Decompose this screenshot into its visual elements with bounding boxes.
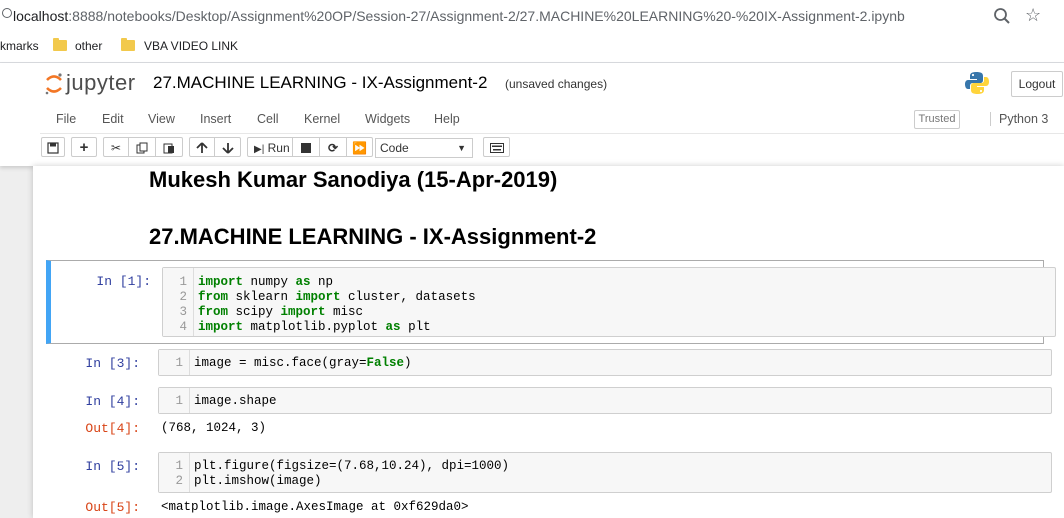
cell-output: (768, 1024, 3) bbox=[161, 421, 267, 435]
url-text[interactable]: localhost:8888/notebooks/Desktop/Assignm… bbox=[13, 8, 905, 24]
restart-button[interactable]: ⟳ bbox=[320, 137, 347, 157]
url-path: :8888/notebooks/Desktop/Assignment%20OP/… bbox=[68, 8, 905, 24]
folder-icon bbox=[121, 38, 135, 51]
menu-cell[interactable]: Cell bbox=[257, 112, 279, 126]
stop-icon bbox=[301, 143, 311, 153]
address-bar[interactable]: localhost:8888/notebooks/Desktop/Assignm… bbox=[0, 0, 1064, 33]
code-line: 1 image.shape bbox=[175, 394, 277, 408]
notebook-title[interactable]: 27.MACHINE LEARNING - IX-Assignment-2 bbox=[153, 73, 487, 93]
info-icon[interactable] bbox=[2, 7, 12, 19]
bookmark-other[interactable]: other bbox=[75, 39, 102, 53]
plus-icon: + bbox=[79, 139, 89, 156]
menu-kernel[interactable]: Kernel bbox=[304, 112, 340, 126]
cell-output: <matplotlib.image.AxesImage at 0xf629da0… bbox=[161, 500, 469, 514]
code-editor[interactable]: 1 image = misc.face(gray=False) bbox=[158, 349, 1052, 376]
menu-help[interactable]: Help bbox=[434, 112, 460, 126]
code-line: 3 from scipy import misc bbox=[179, 305, 364, 319]
code-editor[interactable]: 1 image.shape bbox=[158, 387, 1052, 414]
code-cell-2[interactable]: In [3]: 1 image = misc.face(gray=False) bbox=[46, 349, 1052, 379]
code-line: 1 image = misc.face(gray=False) bbox=[175, 356, 412, 370]
interrupt-button[interactable] bbox=[293, 137, 320, 157]
paste-button[interactable] bbox=[156, 137, 183, 157]
menu-view[interactable]: View bbox=[148, 112, 175, 126]
kernel-name: Python 3 bbox=[990, 112, 1048, 126]
menu-bar: File Edit View Insert Cell Kernel Widget… bbox=[40, 105, 1064, 134]
scissors-icon: ✂ bbox=[110, 141, 122, 155]
code-line: 2 plt.imshow(image) bbox=[175, 474, 322, 488]
save-status: (unsaved changes) bbox=[505, 77, 608, 91]
code-line: 4 import matplotlib.pyplot as plt bbox=[179, 320, 431, 334]
keyboard-icon bbox=[489, 143, 504, 153]
arrow-down-icon bbox=[221, 143, 234, 154]
cell-type-value: Code bbox=[380, 141, 409, 155]
zoom-icon[interactable] bbox=[993, 7, 1011, 25]
cell-type-select[interactable]: Code ▼ bbox=[375, 138, 473, 158]
run-button[interactable]: ▶| Run bbox=[247, 137, 293, 157]
input-prompt: In [5]: bbox=[85, 459, 140, 474]
python-logo-icon bbox=[965, 72, 989, 94]
copy-button[interactable] bbox=[129, 137, 156, 157]
url-host: localhost bbox=[13, 8, 69, 24]
heading-title: 27.MACHINE LEARNING - IX-Assignment-2 bbox=[149, 224, 597, 249]
output-prompt: Out[4]: bbox=[85, 421, 140, 436]
jupyter-logo-text: jupyter bbox=[66, 70, 136, 95]
code-editor[interactable]: 1 plt.figure(figsize=(7.68,10.24), dpi=10… bbox=[158, 452, 1052, 493]
jupyter-logo-icon bbox=[45, 73, 62, 95]
menu-widgets[interactable]: Widgets bbox=[365, 112, 410, 126]
run-icon: ▶| bbox=[254, 144, 265, 155]
move-up-button[interactable] bbox=[189, 137, 215, 157]
input-prompt: In [4]: bbox=[85, 394, 140, 409]
code-cell-1[interactable]: In [1]: 1 import numpy as np 2 from sklear… bbox=[46, 260, 1056, 344]
bookmark-vba-video-link[interactable]: VBA VIDEO LINK bbox=[144, 39, 238, 53]
restart-run-all-button[interactable]: ⏩ bbox=[347, 137, 373, 157]
dropdown-arrow-icon: ▼ bbox=[457, 143, 466, 153]
input-prompt: In [3]: bbox=[85, 356, 140, 371]
bookmark-bookmarks[interactable]: kmarks bbox=[0, 39, 39, 53]
code-line: 2 from sklearn import cluster, datasets bbox=[179, 290, 476, 304]
jupyter-header: jupyter 27.MACHINE LEARNING - IX-Assignm… bbox=[0, 63, 1064, 166]
trusted-badge[interactable]: Trusted bbox=[914, 110, 960, 129]
notebook-container: Mukesh Kumar Sanodiya (15-Apr-2019) 27.M… bbox=[33, 166, 1064, 518]
run-label: Run bbox=[267, 141, 290, 155]
menu-edit[interactable]: Edit bbox=[102, 112, 124, 126]
save-icon bbox=[47, 142, 59, 154]
insert-cell-button[interactable]: + bbox=[71, 137, 97, 157]
code-cell-4[interactable]: In [5]: 1 plt.figure(figsize=(7.68,10.24)… bbox=[46, 452, 1052, 518]
move-down-button[interactable] bbox=[215, 137, 241, 157]
folder-icon bbox=[53, 38, 67, 51]
code-editor[interactable]: 1 import numpy as np 2 from sklearn import… bbox=[162, 267, 1056, 337]
command-palette-button[interactable] bbox=[483, 137, 510, 157]
heading-author: Mukesh Kumar Sanodiya (15-Apr-2019) bbox=[149, 167, 558, 192]
code-line: 1 plt.figure(figsize=(7.68,10.24), dpi=10… bbox=[175, 459, 510, 473]
save-button[interactable] bbox=[41, 137, 65, 157]
menu-file[interactable]: File bbox=[56, 112, 76, 126]
code-cell-3[interactable]: In [4]: 1 image.shape Out[4]: (768, 1024,… bbox=[46, 387, 1052, 439]
bookmark-star-icon[interactable]: ☆ bbox=[1025, 5, 1041, 26]
code-line: 1 import numpy as np bbox=[179, 275, 334, 289]
paste-icon bbox=[163, 143, 174, 154]
bookmarks-bar: kmarks other VBA VIDEO LINK bbox=[0, 33, 1064, 63]
menu-insert[interactable]: Insert bbox=[200, 112, 231, 126]
output-prompt: Out[5]: bbox=[85, 500, 140, 515]
arrow-up-icon bbox=[196, 142, 208, 153]
logout-button[interactable]: Logout bbox=[1011, 71, 1063, 97]
cut-button[interactable]: ✂ bbox=[103, 137, 129, 157]
restart-icon: ⟳ bbox=[327, 141, 339, 155]
input-prompt: In [1]: bbox=[96, 274, 151, 289]
fast-forward-icon: ⏩ bbox=[352, 141, 367, 155]
copy-icon bbox=[136, 142, 148, 154]
